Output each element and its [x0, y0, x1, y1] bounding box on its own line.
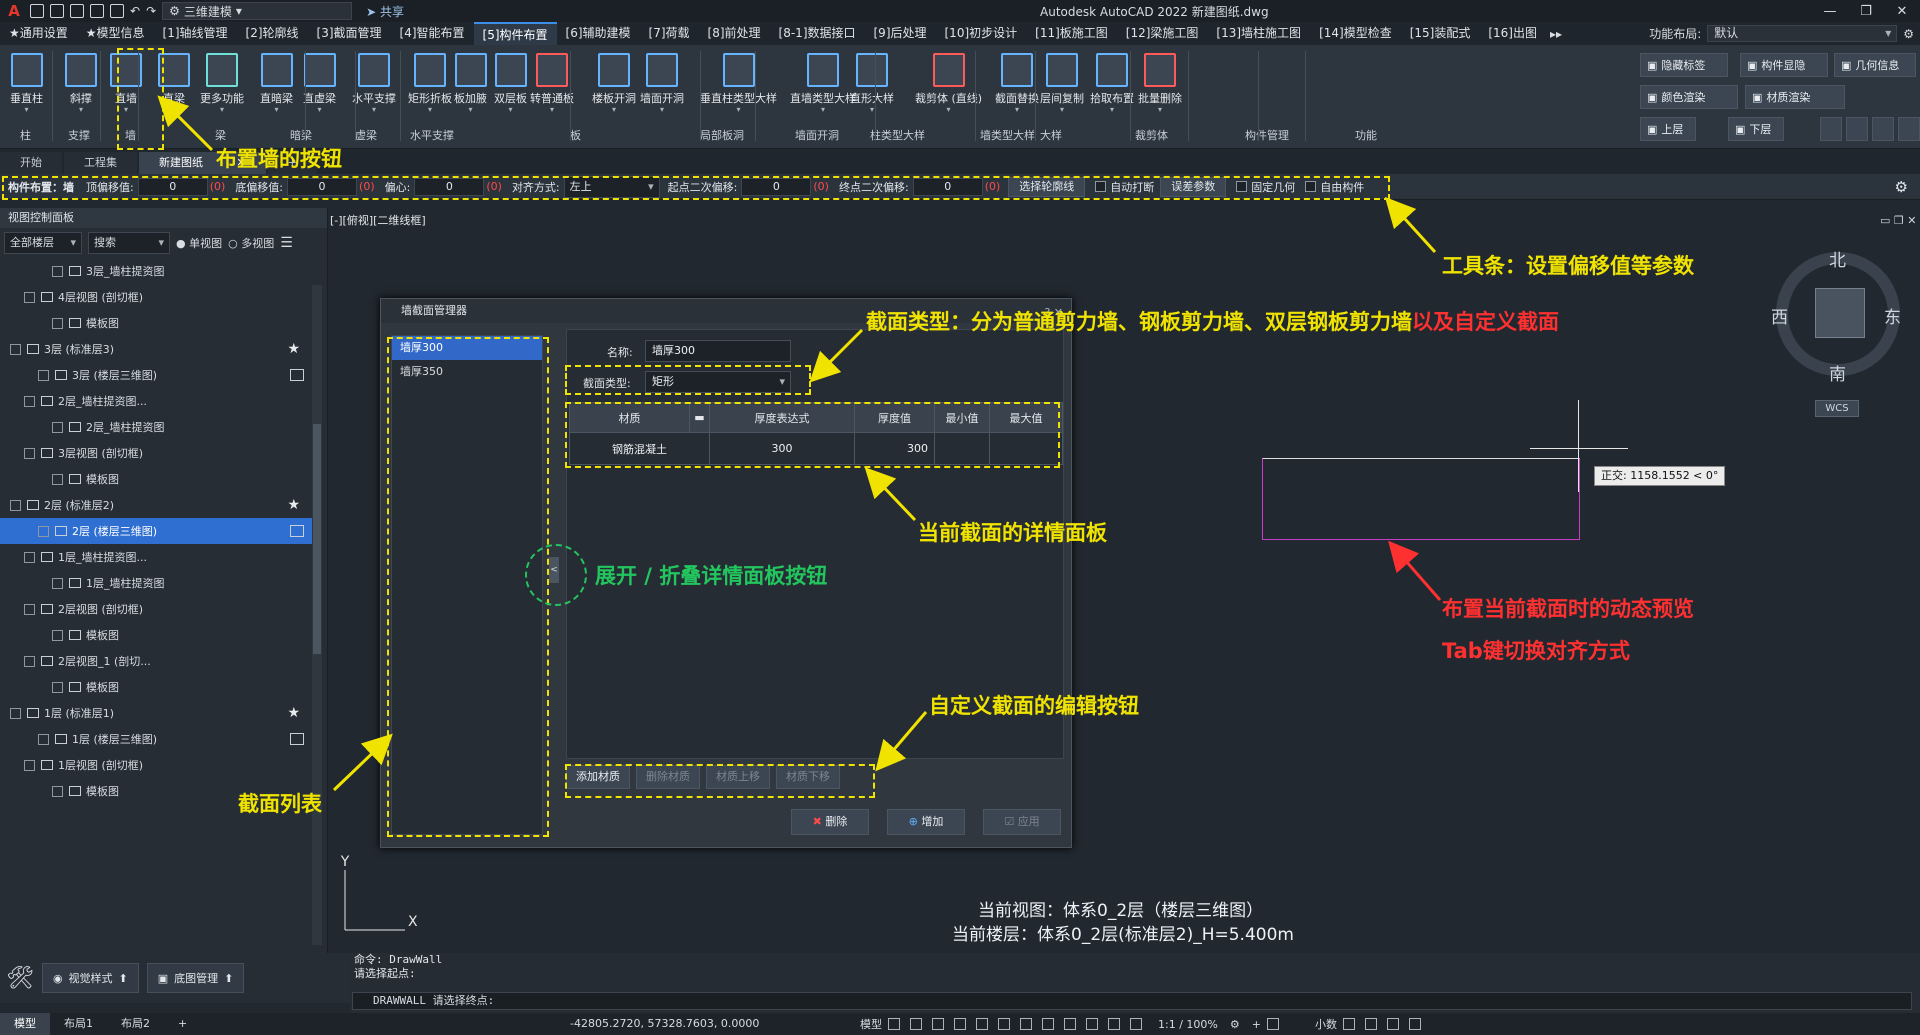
units-select[interactable]: 小数: [1315, 1016, 1337, 1032]
compass-south[interactable]: 南: [1829, 360, 1846, 385]
arrow: [332, 733, 393, 792]
command-line: 命令: DrawWall 请选择起点: DRAWWALL 请选择终点:: [350, 953, 1920, 1013]
isolate-icon[interactable]: [1266, 1018, 1279, 1030]
snap-icon[interactable]: [910, 1018, 922, 1030]
compass-west[interactable]: 西: [1771, 303, 1788, 328]
command-input[interactable]: DRAWWALL 请选择终点:: [352, 992, 1912, 1010]
polar-icon[interactable]: [954, 1018, 966, 1030]
annotation-visibility-icon[interactable]: [1130, 1018, 1142, 1030]
arrow: [1388, 540, 1442, 601]
layout-tab-2[interactable]: 布局2: [107, 1013, 164, 1035]
wcs-button[interactable]: WCS: [1815, 400, 1859, 417]
arrow: [875, 711, 928, 772]
status-bar: 模型 布局1 布局2 + -42805.2720, 57328.7603, 0.…: [0, 1013, 1920, 1035]
lineweight-icon[interactable]: [1020, 1018, 1032, 1030]
grid-icon[interactable]: [888, 1018, 900, 1030]
crosshair-horizontal: [1530, 448, 1628, 449]
ucs-x-label: X: [408, 914, 418, 930]
current-floor-text: 当前楼层：体系0_2层(标准层2)_H=5.400m: [952, 925, 1294, 945]
clean-screen-icon[interactable]: [1386, 1018, 1399, 1030]
transparency-icon[interactable]: [1042, 1018, 1054, 1030]
arrow: [809, 328, 864, 383]
status-tools: 模型 1:1 / 100% ⚙ + 小数: [860, 1016, 1425, 1032]
scale-select[interactable]: 1:1 / 100%: [1158, 1018, 1218, 1031]
arrow: [157, 95, 214, 152]
hardware-accel-icon[interactable]: [1364, 1018, 1377, 1030]
wall-preview: [1262, 458, 1580, 540]
selection-cycle-icon[interactable]: [1064, 1018, 1076, 1030]
current-view-text: 当前视图：体系0_2层（楼层三维图）: [978, 901, 1264, 921]
add-icon[interactable]: +: [1252, 1018, 1261, 1031]
add-layout-button[interactable]: +: [164, 1013, 201, 1035]
layout-tab-1[interactable]: 布局1: [50, 1013, 107, 1035]
compass-north[interactable]: 北: [1829, 246, 1846, 271]
command-history: 命令: DrawWall: [354, 953, 443, 966]
arrow: [864, 467, 917, 522]
command-prompt: 请选择起点:: [354, 967, 416, 980]
3d-osnap-icon[interactable]: [1086, 1018, 1098, 1030]
ucs-y-label: Y: [340, 854, 350, 870]
dynamic-ucs-icon[interactable]: [1108, 1018, 1120, 1030]
compass-east[interactable]: 东: [1884, 303, 1901, 328]
ortho-icon[interactable]: [932, 1018, 944, 1030]
crosshair-vertical: [1578, 400, 1579, 492]
coordinates[interactable]: -42805.2720, 57328.7603, 0.0000: [570, 1017, 759, 1030]
layout-tab-model[interactable]: 模型: [0, 1013, 50, 1035]
model-space-button[interactable]: 模型: [860, 1016, 882, 1032]
otrack-icon[interactable]: [998, 1018, 1010, 1030]
customize-icon[interactable]: [1408, 1018, 1421, 1030]
properties-icon[interactable]: [1342, 1018, 1355, 1030]
settings-icon[interactable]: ⚙: [1230, 1018, 1240, 1031]
arrow: [1384, 196, 1437, 254]
viewcube[interactable]: [1815, 288, 1865, 338]
ortho-tooltip: 正交: 1158.1552 < 0°: [1594, 466, 1726, 486]
osnap-icon[interactable]: [976, 1018, 988, 1030]
annotation-arrows: Y X: [157, 95, 1442, 931]
